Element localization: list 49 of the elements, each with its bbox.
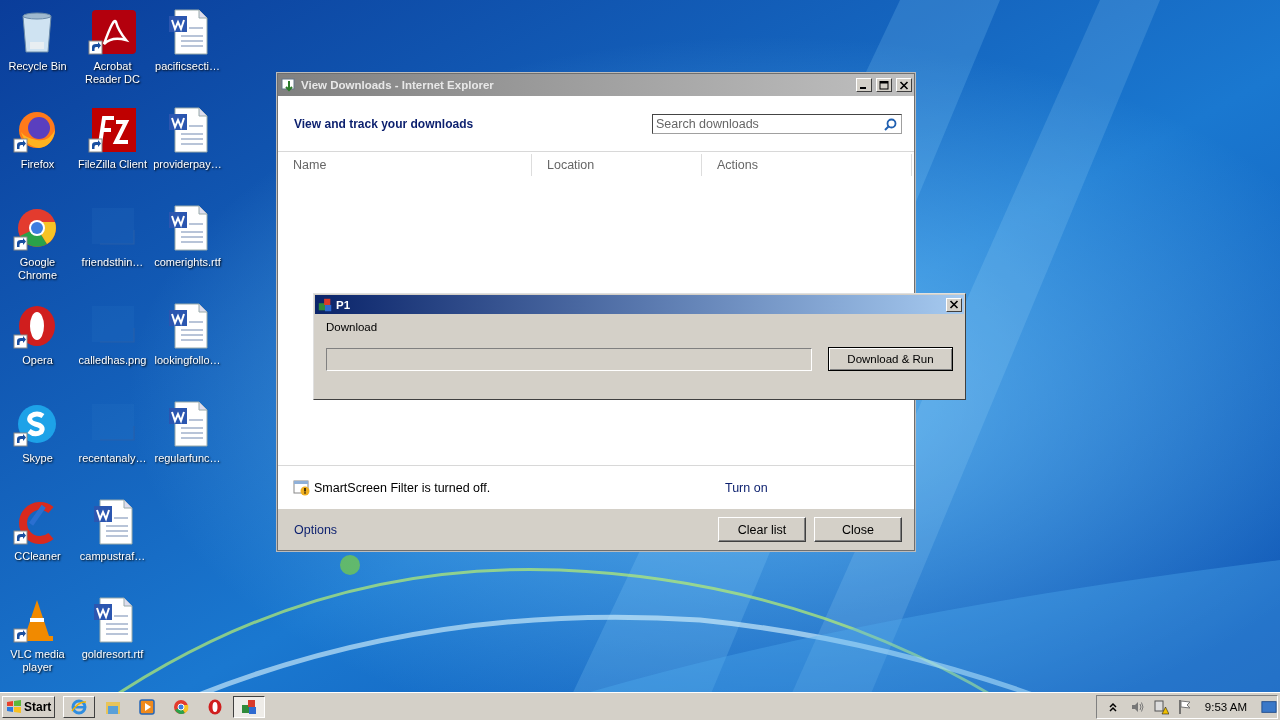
page-heading: View and track your downloads xyxy=(294,116,474,131)
blocks-icon xyxy=(317,296,333,313)
icon-label[interactable]: Acrobat Reader DC xyxy=(85,60,140,86)
shield-warning-icon xyxy=(293,479,311,496)
icon-label[interactable]: recentanaly… xyxy=(78,452,147,465)
icon-label[interactable]: Skype xyxy=(22,452,53,465)
icon-label[interactable]: Firefox xyxy=(20,158,55,171)
start-button[interactable]: Start xyxy=(2,695,56,718)
options-link[interactable]: Options xyxy=(294,522,338,537)
icon-label[interactable]: pacificsecti… xyxy=(155,60,220,73)
column-header[interactable]: Location xyxy=(532,154,702,176)
windows-logo-icon[interactable] xyxy=(6,699,22,714)
window-title: View Downloads - Internet Explorer xyxy=(301,79,495,91)
downloads-icon xyxy=(281,77,297,93)
search-icon[interactable] xyxy=(884,117,897,131)
filezilla-icon[interactable] xyxy=(87,106,138,154)
dialog-button[interactable]: Clear list xyxy=(718,517,806,542)
icon-label[interactable]: providerpay… xyxy=(153,158,222,171)
smartscreen-message: SmartScreen Filter is turned off. xyxy=(314,480,492,495)
show-desktop-icon[interactable] xyxy=(1261,698,1277,715)
icon-label[interactable]: goldresort.rtf xyxy=(81,648,144,661)
icon-label[interactable]: calledhas.png xyxy=(78,354,147,367)
dialog-button[interactable]: Close xyxy=(814,517,902,542)
icon-label[interactable]: regularfunc… xyxy=(154,452,221,465)
turn-on-link[interactable]: Turn on xyxy=(725,480,768,495)
icon-label[interactable]: FileZilla Client xyxy=(77,158,148,171)
blocks-icon[interactable] xyxy=(240,697,259,716)
column-header[interactable]: Actions xyxy=(702,154,912,176)
search-field[interactable]: Search downloads xyxy=(652,113,902,134)
play-icon[interactable] xyxy=(138,697,157,716)
clock[interactable]: 9:53 AM xyxy=(1204,700,1247,713)
icon-label[interactable]: comerights.rtf xyxy=(154,256,221,269)
network-warning-icon[interactable] xyxy=(1152,698,1169,715)
icon-label[interactable]: campustraf… xyxy=(79,550,146,563)
acrobat-icon[interactable] xyxy=(87,8,138,56)
icon-label[interactable]: friendsthin… xyxy=(81,256,144,269)
icon-label[interactable]: Opera xyxy=(22,354,53,367)
icon-label[interactable]: lookingfollo… xyxy=(154,354,221,367)
icon-label[interactable]: Google Chrome xyxy=(17,256,58,282)
dialog-label: Download xyxy=(326,321,379,333)
icon-label[interactable]: VLC media player xyxy=(10,648,65,674)
flag-icon[interactable] xyxy=(1176,698,1193,715)
column-header[interactable]: Name xyxy=(278,154,532,176)
icon-label[interactable]: CCleaner xyxy=(14,550,61,563)
download-run-button[interactable]: Download & Run xyxy=(828,347,953,371)
taskbar-button[interactable] xyxy=(233,695,266,718)
icon-label[interactable]: Recycle Bin xyxy=(8,60,67,73)
window-title: P1 xyxy=(336,298,352,311)
chrome-icon[interactable] xyxy=(172,697,191,716)
